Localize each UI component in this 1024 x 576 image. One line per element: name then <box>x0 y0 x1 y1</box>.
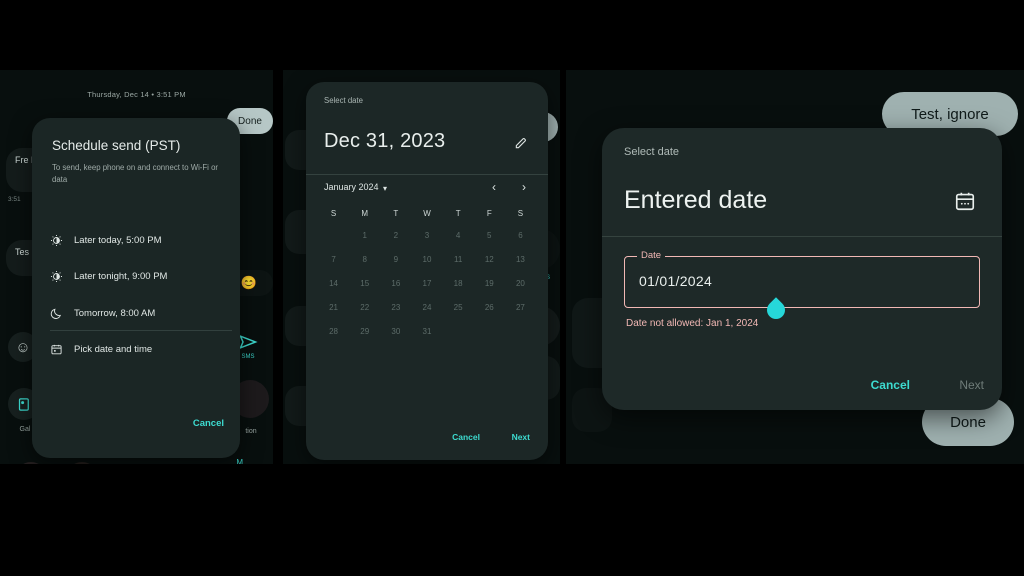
calendar-day-cell[interactable]: 16 <box>380 272 411 296</box>
calendar-day-empty <box>474 320 505 344</box>
calendar-day-cell[interactable]: 6 <box>505 224 536 248</box>
calendar-day-cell[interactable]: 24 <box>411 296 442 320</box>
calendar-day-cell[interactable]: 31 <box>411 320 442 344</box>
calendar-week-row: 7 8 9 10 11 12 13 <box>318 248 536 272</box>
calendar-day-cell[interactable]: 14 <box>318 272 349 296</box>
brightness-day-icon <box>50 234 74 247</box>
option-tomorrow[interactable]: Tomorrow, 8:00 AM <box>50 298 226 328</box>
calendar-icon <box>50 343 74 356</box>
option-label: Pick date and time <box>74 343 153 355</box>
calendar-day-cell[interactable]: 7 <box>318 248 349 272</box>
calendar-day-cell[interactable]: 20 <box>505 272 536 296</box>
option-pick-date-and-time[interactable]: Pick date and time <box>50 334 226 364</box>
option-label: Later today, 5:00 PM <box>74 234 162 246</box>
weekday-label: W <box>423 209 431 218</box>
calendar-grid: SMTWTFS 1 2 3 4 5 6 7 8 9 10 11 12 13 14 15 16 17 18 19 20 2… <box>318 206 536 344</box>
pencil-icon[interactable] <box>514 136 528 153</box>
schedule-send-sheet: Schedule send (PST) To send, keep phone … <box>32 118 240 458</box>
panel-calendar-date-picker: S M S Select date Dec 31, 2023 January 202… <box>283 70 560 464</box>
message-time: 3:51 <box>8 196 21 203</box>
moon-icon <box>50 307 74 320</box>
calendar-day-cell[interactable]: 11 <box>443 248 474 272</box>
entered-date-headline: Entered date <box>624 186 768 214</box>
date-picker-dialog: Select date Dec 31, 2023 January 2024 ▾ … <box>306 82 548 460</box>
entered-date-dialog: Select date Entered date Date 01/01/2024… <box>602 128 1002 410</box>
calendar-weeks: 1 2 3 4 5 6 7 8 9 10 11 12 13 14 15 16 17 18 19 20 21 22 23 24 2… <box>318 224 536 344</box>
calendar-day-cell[interactable]: 8 <box>349 248 380 272</box>
calendar-week-row: 28 29 30 31 <box>318 320 536 344</box>
calendar-day-empty <box>443 320 474 344</box>
calendar-day-cell[interactable]: 27 <box>505 296 536 320</box>
weekday-label: T <box>455 209 461 218</box>
calendar-day-empty <box>318 224 349 248</box>
option-later-today[interactable]: Later today, 5:00 PM <box>50 225 226 255</box>
calendar-day-cell[interactable]: 26 <box>474 296 505 320</box>
dialog-supporting-label: Select date <box>324 96 364 105</box>
conversation-timestamp: Thursday, Dec 14 • 3:51 PM <box>87 90 186 99</box>
selected-date-headline: Dec 31, 2023 <box>324 130 446 152</box>
screenshot-stage: Thursday, Dec 14 • 3:51 PM Done Fre Bloc… <box>0 0 1024 576</box>
accent-text-fragment: M <box>236 458 243 464</box>
option-later-tonight[interactable]: Later tonight, 9:00 PM <box>50 261 226 291</box>
calendar-day-empty <box>505 320 536 344</box>
dialog-divider <box>602 236 1002 237</box>
date-field-label: Date <box>637 250 666 261</box>
weekday-label: T <box>393 209 399 218</box>
dialog-supporting-label: Select date <box>624 146 680 158</box>
calendar-day-cell[interactable]: 22 <box>349 296 380 320</box>
error-message: Date not allowed: Jan 1, 2024 <box>626 318 759 329</box>
calendar-day-cell[interactable]: 28 <box>318 320 349 344</box>
cancel-button[interactable]: Cancel <box>193 418 224 429</box>
brightness-evening-icon <box>50 270 74 283</box>
calendar-day-cell[interactable]: 30 <box>380 320 411 344</box>
sheet-subtitle: To send, keep phone on and connect to Wi… <box>52 163 218 184</box>
next-button[interactable]: Next <box>959 378 984 392</box>
text-cursor-handle-icon[interactable] <box>763 297 789 323</box>
calendar-day-cell[interactable]: 4 <box>443 224 474 248</box>
date-input-value[interactable]: 01/01/2024 <box>639 273 712 289</box>
cancel-button[interactable]: Cancel <box>452 432 480 442</box>
calendar-day-cell[interactable]: 23 <box>380 296 411 320</box>
calendar-day-cell[interactable]: 21 <box>318 296 349 320</box>
option-label: Later tonight, 9:00 PM <box>74 270 168 282</box>
calendar-day-cell[interactable]: 19 <box>474 272 505 296</box>
panel-entered-date-error: Test, ignore Done Select date Entered da… <box>566 70 1024 464</box>
weekday-label: F <box>486 209 492 218</box>
weekday-label: S <box>517 209 524 218</box>
calendar-day-cell[interactable]: 25 <box>443 296 474 320</box>
date-input-field[interactable]: Date 01/01/2024 <box>624 250 980 323</box>
calendar-day-cell[interactable]: 5 <box>474 224 505 248</box>
calendar-day-cell[interactable]: 12 <box>474 248 505 272</box>
panel-schedule-send: Thursday, Dec 14 • 3:51 PM Done Fre Bloc… <box>0 70 273 464</box>
calendar-day-cell[interactable]: 18 <box>443 272 474 296</box>
chevron-down-icon[interactable]: ▾ <box>383 184 387 193</box>
month-year-label[interactable]: January 2024 <box>324 182 379 192</box>
calendar-icon[interactable] <box>954 190 976 212</box>
sheet-divider <box>50 330 232 331</box>
calendar-day-cell[interactable]: 15 <box>349 272 380 296</box>
calendar-week-row: 14 15 16 17 18 19 20 <box>318 272 536 296</box>
calendar-day-cell[interactable]: 3 <box>411 224 442 248</box>
chevron-right-icon[interactable]: › <box>522 180 526 194</box>
calendar-week-row: 21 22 23 24 25 26 27 <box>318 296 536 320</box>
calendar-day-cell[interactable]: 13 <box>505 248 536 272</box>
dialog-divider <box>306 174 548 175</box>
calendar-day-cell[interactable]: 17 <box>411 272 442 296</box>
calendar-day-cell[interactable]: 2 <box>380 224 411 248</box>
sheet-title: Schedule send (PST) <box>52 138 181 153</box>
calendar-day-cell[interactable]: 9 <box>380 248 411 272</box>
calendar-day-cell[interactable]: 29 <box>349 320 380 344</box>
chevron-left-icon[interactable]: ‹ <box>492 180 496 194</box>
option-label: Tomorrow, 8:00 AM <box>74 307 156 319</box>
cancel-button[interactable]: Cancel <box>871 378 910 392</box>
weekday-label: S <box>330 209 337 218</box>
next-button[interactable]: Next <box>512 432 530 442</box>
calendar-day-cell[interactable]: 10 <box>411 248 442 272</box>
calendar-week-row: 123456 <box>318 224 536 248</box>
weekday-header-row: SMTWTFS <box>318 206 536 224</box>
weekday-label: M <box>361 209 369 218</box>
calendar-day-cell[interactable]: 1 <box>349 224 380 248</box>
